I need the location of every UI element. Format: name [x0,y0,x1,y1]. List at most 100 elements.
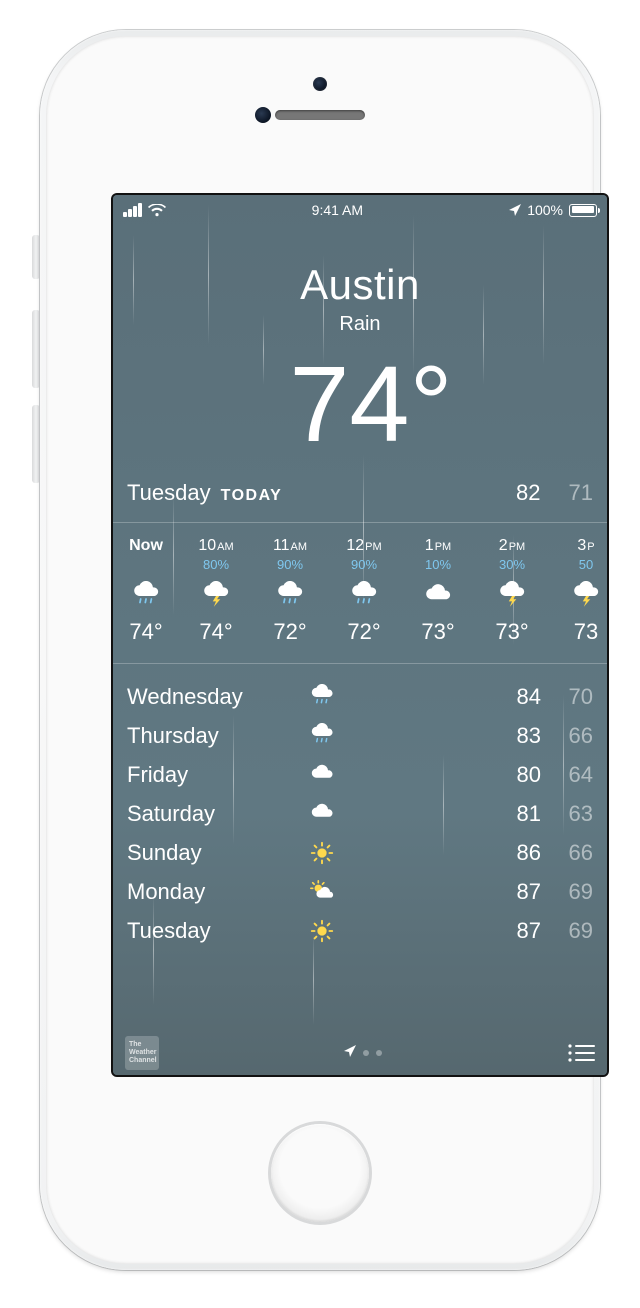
day-low: 70 [541,684,593,710]
page-dot [376,1050,382,1056]
precip-chance: 50 [579,557,593,573]
hour-temp: 72° [347,619,380,645]
today-low: 71 [569,480,593,506]
today-dayname: Tuesday [127,480,211,506]
tstorm-icon [201,579,231,613]
today-summary-row: Tuesday TODAY 82 71 [113,458,607,522]
day-name: Monday [127,879,297,905]
sun-icon [297,840,347,866]
wifi-icon [148,204,166,217]
hourly-column: Now 74° [113,537,179,645]
status-bar: 9:41 AM 100% [113,195,607,225]
daily-row: Sunday 86 66 [127,833,593,872]
daily-row: Wednesday 84 70 [127,677,593,716]
volume-down-button [32,405,40,483]
day-high: 87 [489,918,541,944]
daily-row: Friday 80 64 [127,755,593,794]
precip-chance: 10% [425,557,451,573]
proximity-sensor [255,107,271,123]
day-high: 86 [489,840,541,866]
daily-row: Saturday 81 63 [127,794,593,833]
hour-temp: 74° [129,619,162,645]
daily-forecast[interactable]: Wednesday 84 70 Thursday 83 66 Friday 80… [113,664,607,950]
hourly-column: 11AM 90% 72° [253,537,327,645]
hour-label: 11AM [273,537,307,555]
today-label: TODAY [221,487,283,505]
home-button[interactable] [271,1124,369,1222]
precip-chance: 90% [351,557,377,573]
location-arrow-icon [344,1044,356,1062]
day-name: Tuesday [127,918,297,944]
iphone-device: 9:41 AM 100% Austin Rain 74° [0,0,640,1308]
day-high: 81 [489,801,541,827]
daily-row: Thursday 83 66 [127,716,593,755]
tstorm-icon [497,579,527,613]
day-low: 63 [541,801,593,827]
day-high: 87 [489,879,541,905]
device-frame: 9:41 AM 100% Austin Rain 74° [40,30,600,1270]
day-high: 83 [489,723,541,749]
precip-chance: 90% [277,557,303,573]
weather-channel-logo[interactable]: The Weather Channel [125,1036,159,1070]
sun-icon [297,918,347,944]
hour-temp: 73° [495,619,528,645]
daily-row: Monday 87 69 [127,872,593,911]
hour-temp: 74° [199,619,232,645]
day-low: 64 [541,762,593,788]
tstorm-icon [571,579,601,613]
hourly-column: 1PM 10% 73° [401,537,475,645]
cloud-icon [297,801,347,827]
current-conditions: Austin Rain 74° [113,225,607,458]
hour-temp: 73° [421,619,454,645]
cellular-signal-icon [123,203,142,217]
current-temperature: 74° [113,350,607,458]
day-low: 69 [541,918,593,944]
hourly-forecast[interactable]: Now 74° 10AM 80% 74° 11AM 90% 72° 12PM 9… [113,523,607,664]
hourly-column: 10AM 80% 74° [179,537,253,645]
locations-list-button[interactable] [567,1042,595,1064]
day-name: Sunday [127,840,297,866]
day-name: Thursday [127,723,297,749]
day-low: 66 [541,840,593,866]
precip-chance: 80% [203,557,229,573]
hour-label: Now [129,537,163,555]
location-pager[interactable] [344,1044,382,1062]
day-name: Saturday [127,801,297,827]
battery-icon [569,204,597,217]
cloud-icon [423,579,453,613]
hourly-column: 2PM 30% 73° [475,537,549,645]
screen: 9:41 AM 100% Austin Rain 74° [113,195,607,1075]
hour-label: 3P [577,537,594,555]
daily-row: Tuesday 87 69 [127,911,593,950]
city-name: Austin [113,261,607,309]
rain-icon [349,579,379,613]
day-name: Friday [127,762,297,788]
day-high: 84 [489,684,541,710]
earpiece-speaker [275,110,365,120]
hour-temp: 73 [574,619,598,645]
rain-icon [297,684,347,710]
rain-icon [131,579,161,613]
hour-label: 12PM [346,537,381,555]
hour-temp: 72° [273,619,306,645]
hour-label: 10AM [198,537,233,555]
hourly-column: 3P 50 73 [549,537,607,645]
front-camera [313,77,327,91]
rain-icon [297,723,347,749]
footer-bar: The Weather Channel [113,1031,607,1075]
mute-switch [32,235,40,279]
precip-chance: 30% [499,557,525,573]
volume-up-button [32,310,40,388]
rain-icon [275,579,305,613]
condition-label: Rain [113,313,607,336]
hour-label: 2PM [499,537,525,555]
today-high: 82 [516,480,540,506]
day-high: 80 [489,762,541,788]
status-time: 9:41 AM [312,202,363,218]
day-low: 69 [541,879,593,905]
day-low: 66 [541,723,593,749]
location-arrow-icon [509,204,521,216]
battery-percent: 100% [527,202,563,218]
suncloud-icon [297,879,347,905]
page-dot [363,1050,369,1056]
